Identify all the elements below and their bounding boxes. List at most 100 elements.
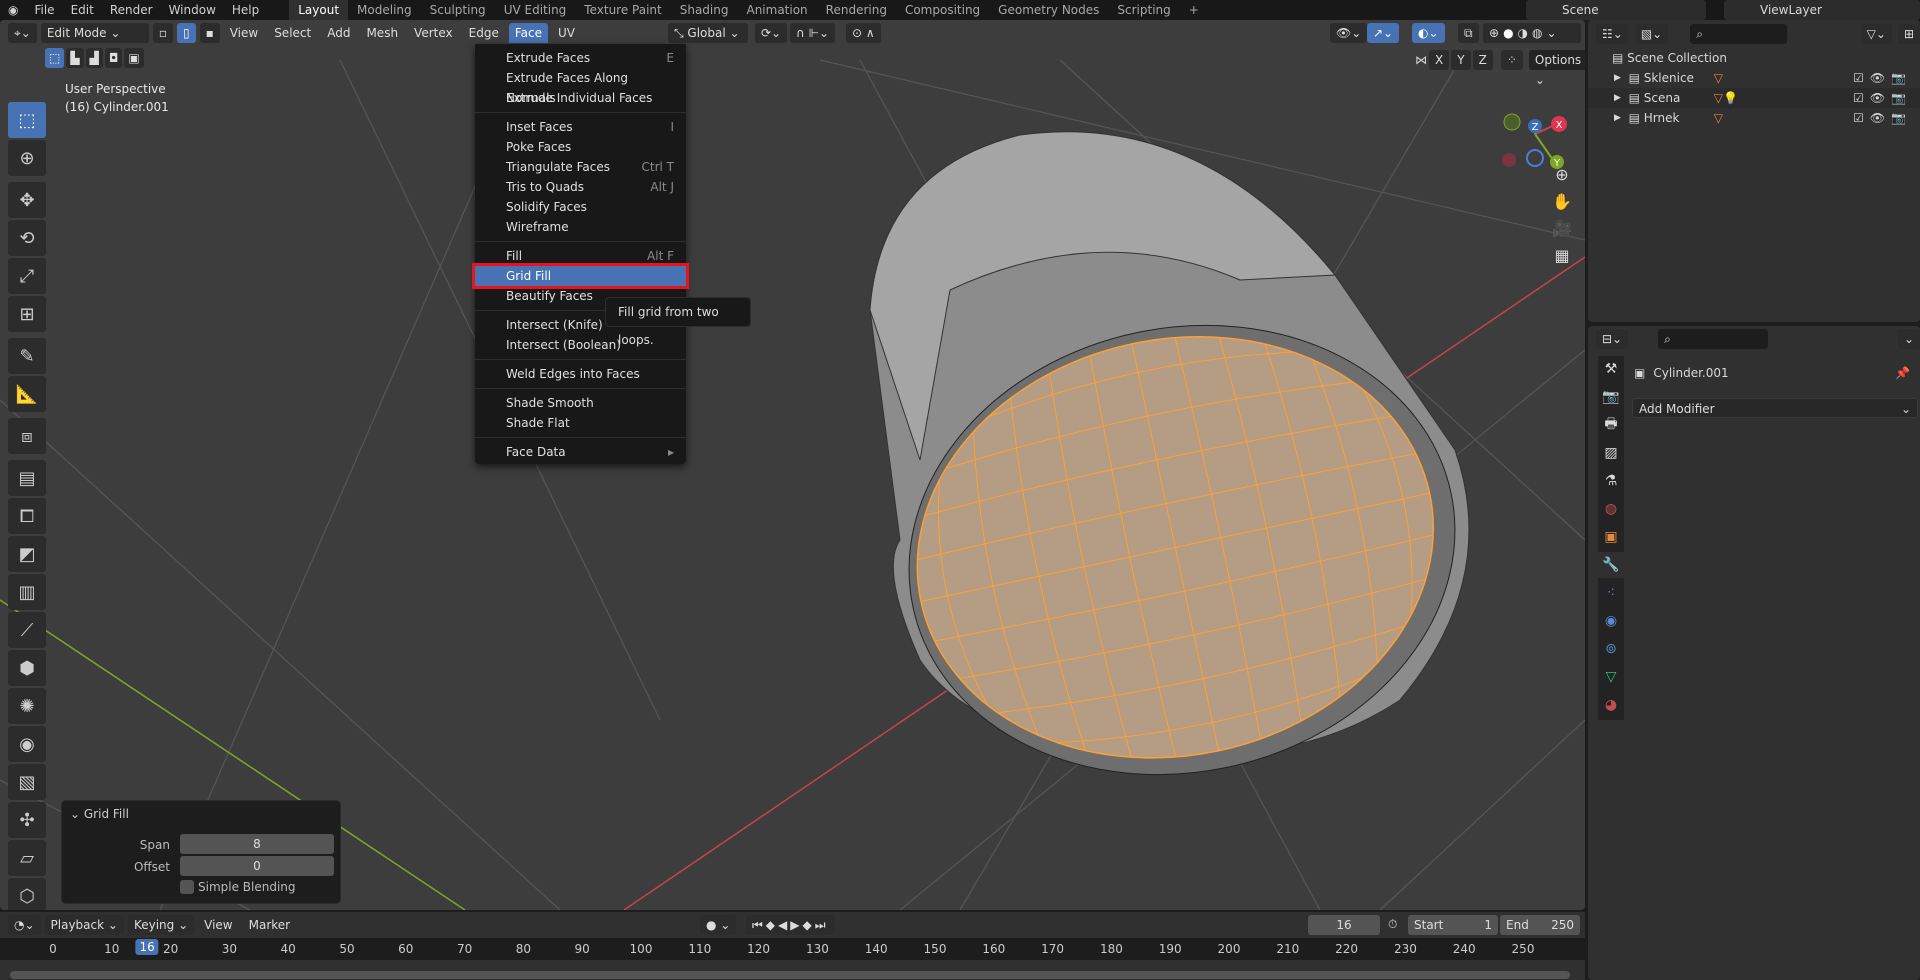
display-mode-button[interactable]: ☷⌄ [1596, 24, 1629, 44]
tab-animation[interactable]: Animation [737, 0, 816, 20]
tab-compositing[interactable]: Compositing [896, 0, 989, 20]
spin-tool[interactable]: ✺ [8, 688, 46, 724]
visibility-button[interactable]: 👁⌄ [1330, 23, 1368, 43]
transform-tool[interactable]: ⊞ [8, 296, 46, 332]
annotate-tool[interactable]: ✎ [8, 338, 46, 374]
view-layer-selector[interactable]: ViewLayer [1724, 0, 1920, 20]
outliner-collection-row[interactable]: ▶ ▤ Sklenice ▽ ☑👁📷 [1588, 68, 1920, 88]
menu-item-shade-smooth[interactable]: Shade Smooth [475, 393, 686, 413]
properties-editor-type[interactable]: ⊟⌄ [1596, 329, 1629, 349]
poly-build-tool[interactable]: ⬢ [8, 650, 46, 686]
scene-tab-icon[interactable]: ⚗ [1598, 468, 1624, 494]
cursor-tool[interactable]: ⊕ [8, 140, 46, 176]
select-intersect-icon[interactable]: ▣ [124, 48, 144, 68]
render-tab-icon[interactable]: 📷 [1598, 384, 1624, 410]
timeline-view-menu[interactable]: View [198, 915, 238, 935]
menu-item-solidify-faces[interactable]: Solidify Faces [475, 197, 686, 217]
face-select-mode[interactable]: ▪ [199, 23, 220, 43]
menu-item-triangulate-faces[interactable]: Triangulate Faces Ctrl T [475, 157, 686, 177]
menu-item-wireframe[interactable]: Wireframe [475, 217, 686, 237]
mirror-y[interactable]: Y [1451, 50, 1471, 70]
overlay-toggle[interactable]: ◐⌄ [1412, 23, 1445, 43]
playhead[interactable]: 16 [135, 939, 159, 955]
menu-item-extrude-individual-faces[interactable]: Extrude Individual Faces [475, 88, 686, 108]
pivot-point-button[interactable]: ⟳⌄ [755, 23, 788, 43]
mirror-z[interactable]: Z [1472, 50, 1493, 70]
filter-button[interactable]: ▽⌄ [1860, 24, 1892, 44]
mode-selector[interactable]: Edit Mode ⌄ [40, 23, 149, 43]
pin-icon[interactable]: 📌 [1895, 366, 1910, 380]
tool-tab-icon[interactable]: ⚒ [1598, 356, 1624, 382]
extrude-tool[interactable]: ▤ [8, 460, 46, 496]
menu-select[interactable]: Select [268, 23, 317, 43]
modifier-tab-icon[interactable]: 🔧 [1598, 552, 1624, 578]
select-extend-icon[interactable]: ▙ [66, 48, 84, 68]
shear-tool[interactable]: ▱ [8, 840, 46, 876]
mirror-x[interactable]: X [1429, 50, 1450, 70]
menu-item-poke-faces[interactable]: Poke Faces [475, 137, 686, 157]
perspective-grid-icon[interactable]: ▦ [1554, 246, 1569, 265]
edge-select-mode[interactable]: ▯ [176, 23, 196, 43]
add-workspace-button[interactable]: + [1180, 0, 1208, 20]
menu-item-grid-fill[interactable]: Grid Fill [472, 263, 689, 289]
tab-geometry-nodes[interactable]: Geometry Nodes [989, 0, 1108, 20]
menu-item-extrude-faces[interactable]: Extrude Faces E [475, 48, 686, 68]
outliner-search-input[interactable]: ⌕ [1690, 24, 1787, 44]
transform-orientation[interactable]: ⤡ Global ⌄ [668, 23, 748, 43]
menu-item-tris-to-quads[interactable]: Tris to Quads Alt J [475, 177, 686, 197]
auto-merge-icon[interactable]: ⁘ [1500, 50, 1523, 70]
shrink-fatten-tool[interactable]: ✣ [8, 802, 46, 838]
particles-tab-icon[interactable]: ⁖ [1598, 580, 1624, 606]
add-modifier-dropdown[interactable]: Add Modifier ⌄ [1632, 398, 1918, 418]
camera-icon[interactable]: 🎥 [1552, 219, 1572, 238]
add-cube-tool[interactable]: ⧈ [8, 418, 46, 454]
object-tab-icon[interactable]: ▣ [1598, 524, 1624, 550]
marker-menu[interactable]: Marker [243, 915, 296, 935]
expand-arrow-icon[interactable]: ▶ [1614, 68, 1621, 88]
select-box-tool[interactable]: ⬚ [8, 102, 46, 138]
menu-window[interactable]: Window [161, 3, 224, 17]
select-subtract-icon[interactable]: ▟ [85, 48, 103, 68]
simple-blending-checkbox[interactable]: Simple Blending [180, 880, 296, 894]
playback-controls[interactable]: ⏮◆◀▶◆⏭ [746, 915, 835, 935]
menu-item-face-data[interactable]: Face Data ▸ [475, 442, 686, 462]
move-tool[interactable]: ✥ [8, 182, 46, 218]
scale-tool[interactable]: ⤢ [8, 258, 46, 294]
editor-type-button[interactable]: ⌖⌄ [8, 23, 37, 43]
timeline-scrollbar[interactable] [10, 971, 1570, 979]
new-collection-button[interactable]: ⊞ [1897, 24, 1920, 44]
outliner-collection-row[interactable]: ▶ ▤ Scena ▽ 💡 ☑👁📷 [1588, 88, 1920, 108]
smooth-tool[interactable]: ◉ [8, 726, 46, 762]
panel-header[interactable]: ⌄ Grid Fill [70, 807, 129, 821]
menu-edit[interactable]: Edit [63, 3, 102, 17]
end-frame-field[interactable]: End 250 [1500, 915, 1580, 935]
menu-edge[interactable]: Edge [463, 23, 505, 43]
world-tab-icon[interactable]: ◍ [1598, 496, 1624, 522]
output-tab-icon[interactable]: 🖶 [1598, 412, 1624, 438]
span-field[interactable]: 8 [180, 834, 334, 854]
playback-menu[interactable]: Playback ⌄ [44, 915, 124, 935]
scene-collection-row[interactable]: ▤ Scene Collection [1588, 48, 1920, 68]
blender-logo-icon[interactable]: ◉ [0, 3, 26, 17]
shading-modes[interactable]: ⊕●◑◍⌄ [1483, 23, 1581, 43]
offset-field[interactable]: 0 [180, 856, 334, 876]
editor-type-clock-icon[interactable]: ◔⌄ [8, 915, 41, 935]
tab-modeling[interactable]: Modeling [348, 0, 421, 20]
proportional-edit-button[interactable]: ⊙ ∧ [846, 23, 881, 43]
properties-search-input[interactable]: ⌕ [1658, 329, 1768, 349]
select-invert-icon[interactable]: ◘ [104, 48, 123, 68]
tab-shading[interactable]: Shading [671, 0, 738, 20]
tab-rendering[interactable]: Rendering [817, 0, 896, 20]
view-layer-filter-button[interactable]: ▧⌄ [1634, 24, 1669, 44]
3d-viewport[interactable]: ⌖⌄ Edit Mode ⌄ ▫ ▯ ▪ View Select Add Mesh … [0, 20, 1585, 910]
menu-mesh[interactable]: Mesh [360, 23, 404, 43]
menu-face[interactable]: Face [508, 23, 548, 43]
menu-item-extrude-faces-along-normals[interactable]: Extrude Faces Along Normals [475, 68, 686, 105]
menu-render[interactable]: Render [102, 3, 161, 17]
rotate-tool[interactable]: ⟲ [8, 220, 46, 256]
menu-help[interactable]: Help [224, 3, 267, 17]
properties-options[interactable]: ⌄ [1897, 329, 1920, 349]
view-layer-tab-icon[interactable]: ▨ [1598, 440, 1624, 466]
start-frame-field[interactable]: Start 1 [1408, 915, 1498, 935]
visibility-toggles[interactable]: ☑👁📷 [1853, 88, 1912, 108]
